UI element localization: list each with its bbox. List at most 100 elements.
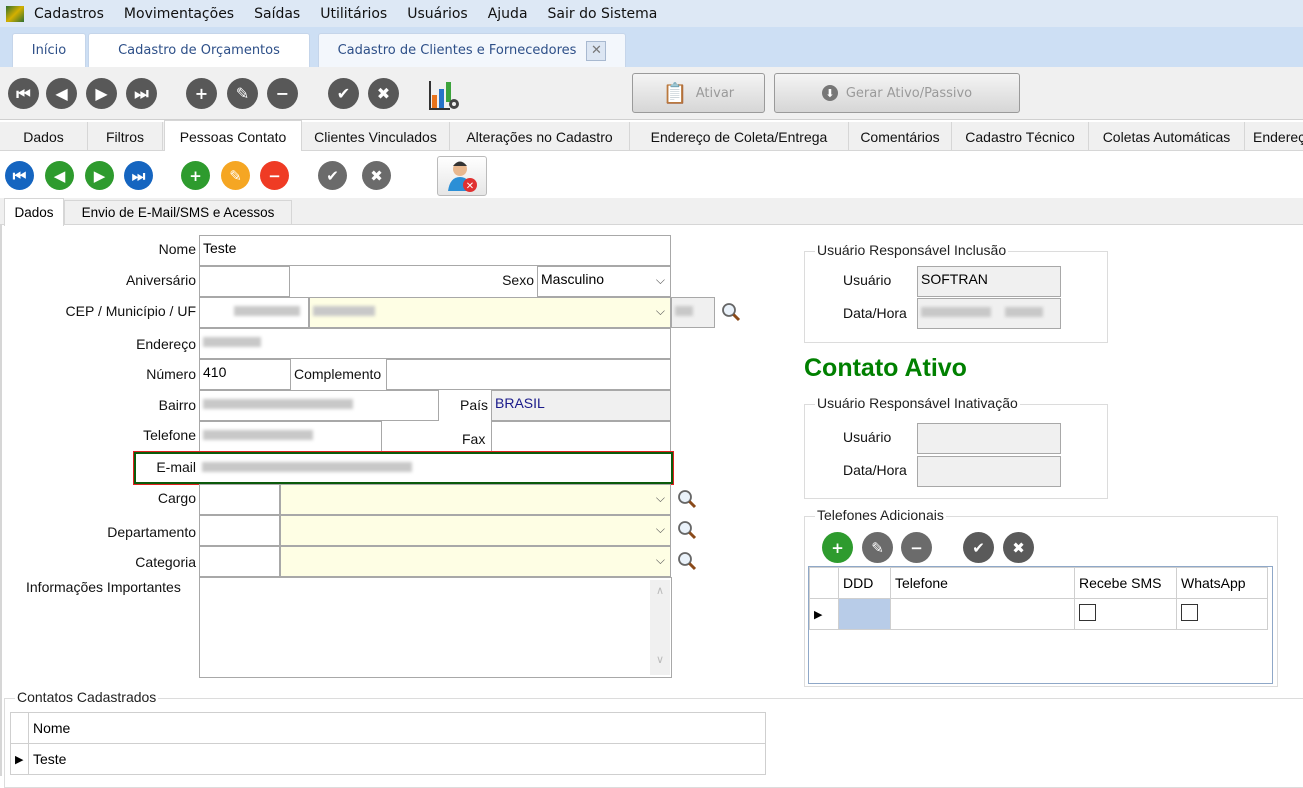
first-contact-icon[interactable]: ⏮ <box>5 161 34 190</box>
telefones-title: Telefones Adicionais <box>815 507 946 523</box>
subtab-dados[interactable]: Dados <box>0 122 88 151</box>
telefone-input[interactable] <box>199 421 382 452</box>
menu-usuarios[interactable]: Usuários <box>407 6 468 22</box>
subtab-comentarios[interactable]: Comentários <box>849 122 952 151</box>
cell-nome[interactable]: Teste <box>28 743 766 775</box>
tab-inicio[interactable]: Início <box>12 33 86 67</box>
deactivate-contact-button[interactable]: ✕ <box>437 156 487 196</box>
cell-telefone[interactable] <box>890 598 1075 630</box>
subtab-coletas-automaticas[interactable]: Coletas Automáticas <box>1089 122 1245 151</box>
email-label: E-mail <box>156 459 196 475</box>
menu-saidas[interactable]: Saídas <box>254 6 300 22</box>
column-telefone[interactable]: Telefone <box>890 567 1075 599</box>
previous-record-icon[interactable]: ◀ <box>46 78 77 109</box>
categoria-select[interactable]: ⌵ <box>280 546 671 577</box>
fax-label: Fax <box>462 431 486 447</box>
blurred-value <box>203 399 353 410</box>
cargo-code-input[interactable] <box>199 484 280 515</box>
remove-icon[interactable]: − <box>267 78 298 109</box>
municipio-select[interactable]: ⌵ <box>309 297 671 328</box>
menu-sair[interactable]: Sair do Sistema <box>548 6 658 22</box>
inclusao-usuario-input: SOFTRAN <box>917 266 1061 297</box>
confirm-phone-icon[interactable]: ✔ <box>963 532 994 563</box>
last-record-icon[interactable]: ⏭ <box>126 78 157 109</box>
scroll-up-icon: ∧ <box>655 585 665 597</box>
last-contact-icon[interactable]: ⏭ <box>124 161 153 190</box>
next-contact-icon[interactable]: ▶ <box>85 161 114 190</box>
search-departamento-icon[interactable] <box>677 520 697 540</box>
ativar-button[interactable]: 📋 Ativar <box>632 73 765 113</box>
confirm-icon[interactable]: ✔ <box>328 78 359 109</box>
categoria-code-input[interactable] <box>199 546 280 577</box>
subtab-pessoas-contato[interactable]: Pessoas Contato <box>164 120 302 152</box>
fax-input[interactable] <box>491 421 671 452</box>
remove-phone-icon[interactable]: − <box>901 532 932 563</box>
next-record-icon[interactable]: ▶ <box>86 78 117 109</box>
column-recebe-sms[interactable]: Recebe SMS <box>1074 567 1177 599</box>
sexo-select[interactable]: Masculino ⌵ <box>537 266 671 297</box>
bairro-input[interactable] <box>199 390 439 421</box>
search-municipio-icon[interactable] <box>721 302 741 322</box>
numero-input[interactable]: 410 <box>199 359 291 390</box>
innertab-dados[interactable]: Dados <box>4 198 64 226</box>
previous-contact-icon[interactable]: ◀ <box>45 161 74 190</box>
column-ddd[interactable]: DDD <box>838 567 891 599</box>
cargo-select[interactable]: ⌵ <box>280 484 671 515</box>
menu-utilitarios[interactable]: Utilitários <box>320 6 387 22</box>
edit-icon[interactable]: ✎ <box>227 78 258 109</box>
column-whatsapp[interactable]: WhatsApp <box>1176 567 1268 599</box>
gerar-ativo-passivo-button[interactable]: ⬇ Gerar Ativo/Passivo <box>774 73 1020 113</box>
subtab-filtros[interactable]: Filtros <box>88 122 163 151</box>
informacoes-textarea[interactable]: ∧ ∨ <box>199 577 672 678</box>
column-nome[interactable]: Nome <box>28 712 766 744</box>
edit-contact-icon[interactable]: ✎ <box>221 161 250 190</box>
aniversario-input[interactable] <box>199 266 290 297</box>
cancel-contact-icon[interactable]: ✖ <box>362 161 391 190</box>
nome-input[interactable]: Teste <box>199 235 671 266</box>
chart-settings-icon[interactable] <box>428 79 462 111</box>
textarea-scrollbar[interactable]: ∧ ∨ <box>650 580 670 675</box>
inclusao-title: Usuário Responsável Inclusão <box>815 242 1009 258</box>
cell-ddd[interactable] <box>838 598 891 630</box>
menu-cadastros[interactable]: Cadastros <box>34 6 104 22</box>
cancel-icon[interactable]: ✖ <box>368 78 399 109</box>
table-row[interactable]: ▶ <box>809 598 1268 630</box>
menu-movimentacoes[interactable]: Movimentações <box>124 6 234 22</box>
first-record-icon[interactable]: ⏮ <box>8 78 39 109</box>
inativacao-usuario-input <box>917 423 1061 454</box>
subtab-alteracoes[interactable]: Alterações no Cadastro <box>450 122 630 151</box>
endereco-input[interactable] <box>199 328 671 359</box>
email-input[interactable] <box>199 455 670 481</box>
search-categoria-icon[interactable] <box>677 551 697 571</box>
tab-cadastro-clientes[interactable]: Cadastro de Clientes e Fornecedores ✕ <box>318 33 626 67</box>
departamento-select[interactable]: ⌵ <box>280 515 671 546</box>
cep-input[interactable] <box>199 297 309 328</box>
blurred-value <box>203 337 261 348</box>
search-cargo-icon[interactable] <box>677 489 697 509</box>
chevron-down-icon: ⌵ <box>655 553 665 567</box>
confirm-contact-icon[interactable]: ✔ <box>318 161 347 190</box>
whatsapp-checkbox[interactable] <box>1181 604 1198 621</box>
subtab-endereco-coleta[interactable]: Endereço de Coleta/Entrega <box>630 122 849 151</box>
pais-input: BRASIL <box>491 390 671 421</box>
subtab-endereco[interactable]: Endereço <box>1245 122 1303 151</box>
remove-contact-icon[interactable]: − <box>260 161 289 190</box>
subtab-clientes-vinculados[interactable]: Clientes Vinculados <box>302 122 450 151</box>
add-contact-icon[interactable]: + <box>181 161 210 190</box>
innertab-envio-email[interactable]: Envio de E-Mail/SMS e Acessos <box>64 200 292 225</box>
chevron-down-icon: ⌵ <box>655 491 665 505</box>
add-icon[interactable]: + <box>186 78 217 109</box>
table-row[interactable]: ▶ Teste <box>10 743 766 775</box>
departamento-label: Departamento <box>107 524 196 540</box>
close-tab-icon[interactable]: ✕ <box>586 40 607 61</box>
bairro-label: Bairro <box>158 397 196 413</box>
tab-cadastro-orcamentos[interactable]: Cadastro de Orçamentos <box>88 33 310 67</box>
complemento-input[interactable] <box>386 359 671 390</box>
menu-ajuda[interactable]: Ajuda <box>488 6 528 22</box>
subtab-cadastro-tecnico[interactable]: Cadastro Técnico <box>952 122 1089 151</box>
add-phone-icon[interactable]: + <box>822 532 853 563</box>
departamento-code-input[interactable] <box>199 515 280 546</box>
recebe-sms-checkbox[interactable] <box>1079 604 1096 621</box>
edit-phone-icon[interactable]: ✎ <box>862 532 893 563</box>
cancel-phone-icon[interactable]: ✖ <box>1003 532 1034 563</box>
